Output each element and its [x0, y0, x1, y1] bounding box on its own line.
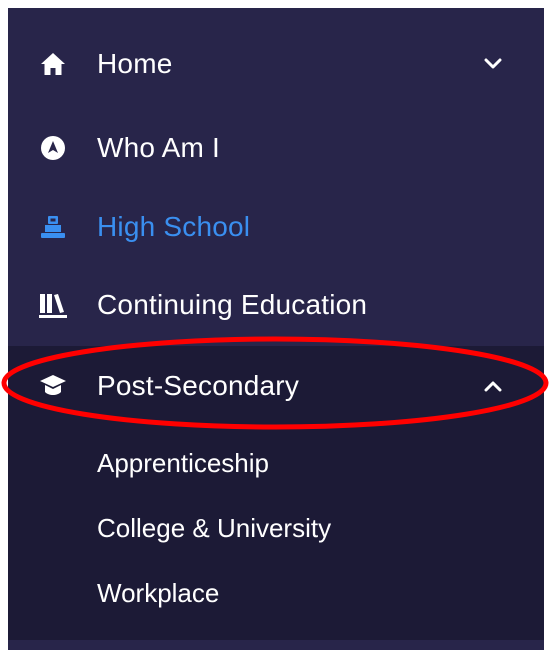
nav-item-label: High School [97, 211, 251, 242]
chevron-up-icon[interactable] [482, 375, 504, 397]
nav-item-continuing-education[interactable]: Continuing Education [8, 285, 544, 325]
nav-item-label: Who Am I [97, 132, 220, 163]
nav-item-label: Home [97, 48, 173, 79]
subnav-item-workplace[interactable]: Workplace [97, 578, 219, 609]
nav-item-home[interactable]: Home [8, 44, 544, 84]
subnav-item-college-university[interactable]: College & University [97, 513, 331, 544]
nav-item-high-school[interactable]: High School [8, 207, 544, 247]
side-navigation-menu: Home Who Am I High School Continuing Edu… [8, 8, 544, 650]
school-icon [38, 212, 68, 242]
nav-item-post-secondary[interactable]: Post-Secondary [8, 366, 544, 406]
nav-item-label: Continuing Education [97, 289, 368, 320]
compass-icon [38, 133, 68, 163]
home-icon [38, 49, 68, 79]
nav-item-label: Post-Secondary [97, 370, 300, 401]
chevron-down-icon[interactable] [482, 53, 504, 75]
graduation-cap-icon [38, 371, 68, 401]
subnav-item-apprenticeship[interactable]: Apprenticeship [97, 448, 269, 479]
nav-item-who-am-i[interactable]: Who Am I [8, 128, 544, 168]
books-icon [38, 290, 68, 320]
